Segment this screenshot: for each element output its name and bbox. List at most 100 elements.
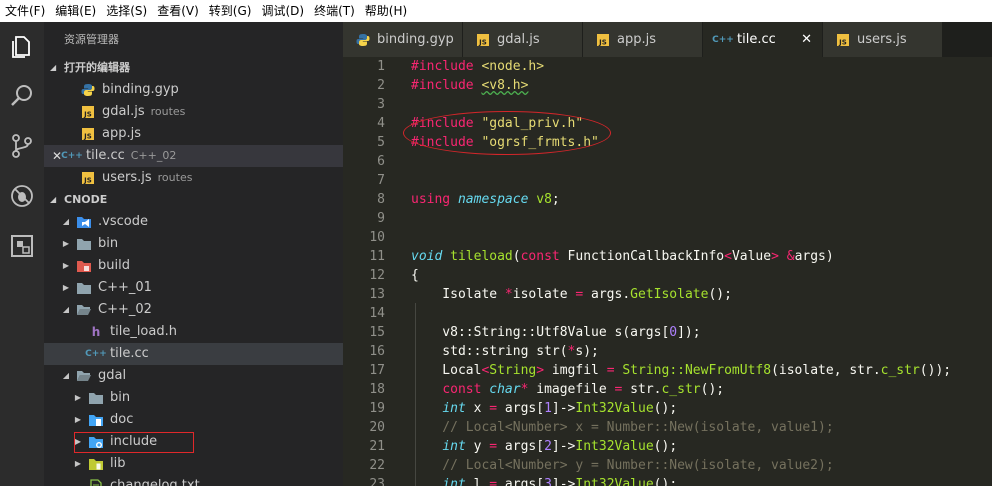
js-icon: JS xyxy=(595,33,611,47)
code-token: #include xyxy=(411,78,474,93)
code-token: str. xyxy=(622,382,662,397)
tree-item[interactable]: h tile_load.h xyxy=(44,321,343,343)
code-token: { xyxy=(411,268,419,283)
tree-item[interactable]: ▶ bin xyxy=(44,233,343,255)
extensions-icon[interactable] xyxy=(6,230,38,262)
tab-users-js[interactable]: JS users.js xyxy=(823,22,943,57)
menu-item[interactable]: 调试(D) xyxy=(256,0,309,22)
menu-item[interactable]: 终端(T) xyxy=(309,0,360,22)
open-editor-item[interactable]: JS users.js routes xyxy=(44,167,343,189)
code-token: Local xyxy=(411,363,482,378)
menu-item[interactable]: 文件(F) xyxy=(0,0,50,22)
code-line: 2 #include <v8.h> xyxy=(343,76,992,95)
code-token: = xyxy=(489,439,498,454)
cpp-icon: C++ xyxy=(712,34,734,45)
folder-icon xyxy=(76,236,92,252)
tree-item[interactable]: ▶ include xyxy=(44,431,343,453)
tree-item[interactable]: ◢ .vscode xyxy=(44,211,343,233)
chevron-right-icon: ▶ xyxy=(62,283,70,292)
menu-item[interactable]: 帮助(H) xyxy=(360,0,412,22)
tree-item-label: .vscode xyxy=(98,214,148,229)
chevron-down-icon: ◢ xyxy=(62,371,70,380)
code-token: ( xyxy=(512,249,521,264)
code-token: = xyxy=(489,401,498,416)
menu-item[interactable]: 查看(V) xyxy=(152,0,204,22)
code-token: int xyxy=(442,439,466,454)
tree-item[interactable]: ▶ lib xyxy=(44,453,343,475)
chevron-right-icon: ▶ xyxy=(74,415,82,424)
menu-item[interactable]: 编辑(E) xyxy=(50,0,101,22)
explorer-sidebar: 资源管理器 ◢ 打开的编辑器 binding.gyp JS gdal.js route… xyxy=(44,22,343,486)
code-line: 8 using namespace v8; xyxy=(343,190,992,209)
line-number: 5 xyxy=(377,135,385,150)
tree-item[interactable]: ◢ gdal xyxy=(44,365,343,387)
code-token: args[ xyxy=(497,477,545,486)
open-editor-item[interactable]: JS app.js xyxy=(44,123,343,145)
tree-item[interactable]: C++ tile.cc xyxy=(44,343,343,365)
code-token: ()); xyxy=(919,363,952,378)
code-token: = xyxy=(606,363,615,378)
code-token: isolate xyxy=(512,287,576,302)
code-token: int xyxy=(442,477,466,486)
files-icon[interactable] xyxy=(6,30,38,62)
open-editor-item[interactable]: JS gdal.js routes xyxy=(44,101,343,123)
menu-item[interactable]: 选择(S) xyxy=(101,0,152,22)
code-line: 18 const char* imagefile = str.c_str(); xyxy=(343,380,992,399)
tree-item[interactable]: changelog.txt xyxy=(44,475,343,486)
code-token: (); xyxy=(653,401,678,416)
code-token: ; xyxy=(551,192,560,207)
debug-icon[interactable] xyxy=(6,180,38,212)
project-header[interactable]: ◢ CNODE xyxy=(44,189,343,211)
tab-app-js[interactable]: JS app.js xyxy=(583,22,703,57)
code-token: (); xyxy=(653,477,678,486)
chevron-down-icon: ◢ xyxy=(50,195,57,204)
svg-text:JS: JS xyxy=(83,133,92,141)
close-icon[interactable]: ✕ xyxy=(801,32,812,47)
code-token: 2 xyxy=(544,439,552,454)
code-line: 11 void tileload(const FunctionCallbackIn… xyxy=(343,247,992,266)
line-content: Local<String> imgfil = String::NewFromUt… xyxy=(411,361,951,380)
open-editors-header[interactable]: ◢ 打开的编辑器 xyxy=(44,57,343,79)
tree-item[interactable]: ▶ build xyxy=(44,255,343,277)
search-icon[interactable] xyxy=(6,80,38,112)
open-editor-desc: routes xyxy=(150,105,186,118)
source-control-icon[interactable] xyxy=(6,130,38,162)
line-content: #include <node.h> xyxy=(411,57,544,76)
tab-label: binding.gyp xyxy=(377,32,454,47)
code-line: 6 xyxy=(343,152,992,171)
open-editor-item[interactable]: ✕ C++ tile.cc C++_02 xyxy=(44,145,343,167)
code-token: 1 xyxy=(544,401,552,416)
tab-gdal-js[interactable]: JS gdal.js xyxy=(463,22,583,57)
code-line: 13 Isolate *isolate = args.GetIsolate(); xyxy=(343,285,992,304)
code-token: #include xyxy=(411,59,474,74)
code-token: = xyxy=(489,477,498,486)
cpp-icon: C++ xyxy=(61,151,83,161)
menu-item[interactable]: 转到(G) xyxy=(204,0,257,22)
code-line: 19 int x = args[1]->Int32Value(); xyxy=(343,399,992,418)
tree-item[interactable]: ▶ bin xyxy=(44,387,343,409)
code-token: void xyxy=(411,249,443,264)
line-content: int l = args[3]->Int32Value(); xyxy=(411,475,677,486)
line-number: 7 xyxy=(377,173,385,188)
line-number: 10 xyxy=(369,230,385,245)
code-token: ]-> xyxy=(551,401,576,416)
code-token: s); xyxy=(575,344,599,359)
tab-tile-cc[interactable]: C++ tile.cc ✕ xyxy=(703,22,823,57)
chevron-down-icon: ◢ xyxy=(62,305,70,314)
tab-binding-gyp[interactable]: binding.gyp xyxy=(343,22,463,57)
svg-text:JS: JS xyxy=(478,38,487,46)
open-editor-item[interactable]: binding.gyp xyxy=(44,79,343,101)
tree-item[interactable]: ◢ C++_02 xyxy=(44,299,343,321)
code-line: 22 // Local<Number> y = Number::New(isol… xyxy=(343,456,992,475)
cpp-icon: C++ xyxy=(85,349,107,359)
folder-open-icon xyxy=(76,368,92,384)
tree-item[interactable]: ▶ C++_01 xyxy=(44,277,343,299)
code-line: 10 xyxy=(343,228,992,247)
code-token: (); xyxy=(700,382,725,397)
tree-item-label: tile.cc xyxy=(110,346,149,361)
line-content: // Local<Number> x = Number::New(isolate… xyxy=(411,418,833,437)
tree-item[interactable]: ▶ doc xyxy=(44,409,343,431)
